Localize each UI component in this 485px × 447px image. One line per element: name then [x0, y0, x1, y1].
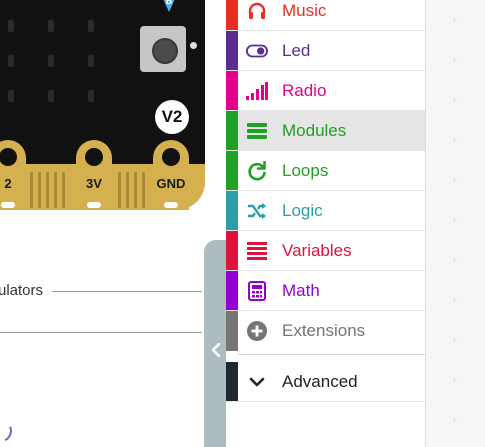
plus-circle-icon	[246, 320, 268, 342]
grid-plus-icon: +	[452, 335, 458, 345]
toolbox-category-radio[interactable]: Radio	[226, 71, 425, 111]
simulators-accordion-label[interactable]: ulators	[0, 282, 43, 299]
category-color-bar	[226, 71, 238, 110]
led	[8, 90, 14, 102]
toolbox-category-logic[interactable]: Logic	[226, 191, 425, 231]
toggle-icon	[246, 40, 268, 62]
grid-plus-icon: +	[452, 175, 458, 185]
loading-spinner-icon	[0, 416, 16, 446]
version-badge: V2	[155, 100, 189, 134]
category-label: Modules	[282, 121, 347, 140]
divider	[52, 291, 202, 292]
led	[8, 20, 14, 32]
pin-2-label: 2	[4, 176, 12, 191]
connector-trace	[134, 172, 137, 208]
connector-trace	[54, 172, 57, 208]
category-color-bar	[226, 191, 238, 230]
grid-plus-icon: +	[452, 295, 458, 305]
toolbox-category-loops[interactable]: Loops	[226, 151, 425, 191]
pad-foot	[87, 202, 101, 208]
grid-plus-icon: +	[452, 135, 458, 145]
block-toolbox: Music Led Radio Modules Loops Logic Vari…	[226, 0, 425, 447]
toolbox-category-music[interactable]: Music	[226, 0, 425, 31]
pin-3v-pad[interactable]	[76, 140, 112, 210]
led	[48, 90, 54, 102]
button-b-label: B	[163, 0, 175, 12]
connector-trace	[62, 172, 65, 208]
connector-trace	[118, 172, 121, 208]
grid-plus-icon: +	[452, 95, 458, 105]
pad-foot	[1, 202, 15, 208]
divider	[0, 332, 202, 333]
category-label: Led	[282, 41, 311, 60]
category-color-bar	[226, 0, 238, 30]
category-label: Variables	[282, 241, 352, 260]
toolbox-category-variables[interactable]: Variables	[226, 231, 425, 271]
category-label: Loops	[282, 161, 329, 180]
category-label: Music	[282, 1, 327, 20]
led	[88, 20, 94, 32]
toolbox-category-math[interactable]: Math	[226, 271, 425, 311]
connector-trace	[38, 172, 41, 208]
pin-gnd-pad[interactable]	[153, 140, 189, 210]
connector-trace	[30, 172, 33, 208]
signal-bars-icon	[246, 80, 268, 102]
button-b-indicator	[190, 42, 197, 49]
pin-gnd-label: GND	[156, 176, 186, 191]
category-label: Advanced	[282, 372, 358, 391]
grid-plus-icon: +	[452, 15, 458, 25]
category-label: Math	[282, 281, 320, 300]
button-b[interactable]	[140, 26, 186, 72]
led	[48, 20, 54, 32]
led	[88, 90, 94, 102]
list-lines-icon	[246, 240, 268, 262]
grid-plus-icon: +	[452, 375, 458, 385]
category-color-bar	[226, 362, 238, 401]
category-label: Radio	[282, 81, 327, 100]
simulator-panel: B V2 2 3V GND ulators	[0, 0, 226, 447]
grid-plus-icon: +	[452, 255, 458, 265]
toolbox-separator	[238, 354, 425, 355]
pad-foot	[164, 202, 178, 208]
grid-plus-icon: +	[452, 415, 458, 425]
category-color-bar	[226, 271, 238, 310]
toolbox-category-extensions[interactable]: Extensions	[226, 311, 425, 351]
stack-icon	[246, 120, 268, 142]
headphones-icon	[246, 0, 268, 22]
connector-trace	[142, 172, 145, 208]
category-color-bar	[226, 31, 238, 70]
category-label: Logic	[282, 201, 323, 220]
pin-3v-label: 3V	[86, 176, 102, 191]
chevron-down-icon	[246, 371, 268, 393]
category-color-bar	[226, 231, 238, 270]
toolbox-category-advanced[interactable]: Advanced	[226, 362, 425, 402]
category-color-bar	[226, 151, 238, 190]
shuffle-icon	[246, 200, 268, 222]
category-label: Extensions	[282, 321, 366, 340]
category-color-bar	[226, 111, 238, 150]
chevron-left-icon	[204, 340, 226, 360]
calculator-icon	[246, 280, 268, 302]
grid-plus-icon: +	[452, 215, 458, 225]
led	[48, 55, 54, 67]
loop-arrow-icon	[246, 160, 268, 182]
led	[88, 55, 94, 67]
svg-text:B: B	[166, 0, 173, 6]
connector-trace	[46, 172, 49, 208]
connector-trace	[126, 172, 129, 208]
grid-plus-icon: +	[452, 55, 458, 65]
led	[8, 55, 14, 67]
pin-2-pad[interactable]	[0, 140, 26, 210]
collapse-simulator-button[interactable]	[204, 240, 226, 447]
toolbox-category-modules[interactable]: Modules	[226, 111, 425, 151]
category-color-bar	[226, 311, 238, 351]
toolbox-category-led[interactable]: Led	[226, 31, 425, 71]
blocks-workspace[interactable]: + + + + + + + + + + +	[425, 0, 485, 447]
